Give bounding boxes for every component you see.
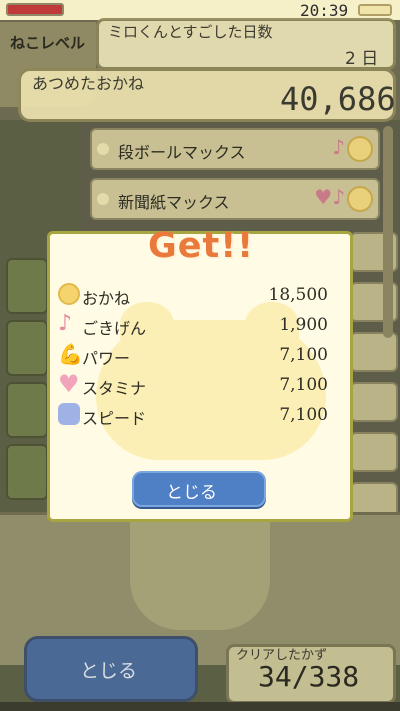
- reward-row-money: おかね 18,500: [58, 282, 334, 312]
- paw-icon: [97, 193, 109, 205]
- dialog-title: Get!!: [148, 226, 255, 266]
- music-note-icon: ♪: [332, 135, 345, 159]
- music-note-icon: ♪: [58, 311, 73, 336]
- reward-value: 1,900: [279, 315, 328, 335]
- category-tab[interactable]: [6, 444, 48, 500]
- list-item-stub[interactable]: [350, 332, 398, 372]
- list-item[interactable]: 新聞紙マックス ♥♪: [90, 178, 380, 220]
- bottom-close-label: とじる: [80, 660, 138, 682]
- list-item[interactable]: 段ボールマックス ♪: [90, 128, 380, 170]
- scrollbar[interactable]: [383, 126, 393, 338]
- reward-label: スピード: [82, 409, 147, 428]
- money-label: あつめたおかね: [32, 74, 145, 93]
- reward-row-power: 💪 パワー 7,100: [58, 342, 334, 372]
- category-tab[interactable]: [6, 382, 48, 438]
- reward-row-mood: ♪ ごきげん 1,900: [58, 312, 334, 342]
- list-item-label: 段ボールマックス: [118, 143, 246, 162]
- clear-count-value: 34/338: [258, 660, 360, 693]
- dialog-close-label: とじる: [166, 483, 217, 503]
- reward-row-speed: スピード 7,100: [58, 402, 334, 432]
- battery-level-icon: [358, 4, 392, 16]
- days-label: ミロくんとすごした日数: [108, 23, 273, 41]
- reward-label: ごきげん: [82, 319, 147, 338]
- list-item-stub[interactable]: [350, 432, 398, 472]
- reward-value: 7,100: [279, 375, 328, 395]
- reward-row-stamina: ♥ スタミナ 7,100: [58, 372, 334, 402]
- stat-icons: ♥♪: [314, 185, 345, 209]
- money-value: 40,686: [280, 80, 396, 118]
- category-tab[interactable]: [6, 258, 48, 314]
- reward-label: スタミナ: [82, 379, 147, 398]
- reward-label: おかね: [82, 289, 131, 308]
- bottom-tab-bar[interactable]: [0, 702, 400, 711]
- coin-icon: [347, 186, 373, 212]
- muscle-arm-icon: 💪: [58, 342, 83, 366]
- paw-icon: [97, 143, 109, 155]
- reward-value: 7,100: [279, 405, 328, 425]
- cat-level-label: ねこレベル: [10, 34, 86, 52]
- heart-icon: ♥: [58, 370, 80, 398]
- paw-icon: [58, 403, 80, 425]
- reward-value: 7,100: [279, 345, 328, 365]
- reward-value: 18,500: [268, 285, 328, 305]
- reward-label: パワー: [82, 349, 131, 368]
- days-value: 2 日: [345, 49, 379, 69]
- coin-icon: [347, 136, 373, 162]
- list-item-stub[interactable]: [350, 382, 398, 422]
- category-tab[interactable]: [6, 320, 48, 376]
- list-item-label: 新聞紙マックス: [118, 193, 230, 212]
- cat-silhouette: [130, 520, 270, 630]
- battery-icon: [6, 3, 64, 16]
- coin-icon: [58, 283, 80, 305]
